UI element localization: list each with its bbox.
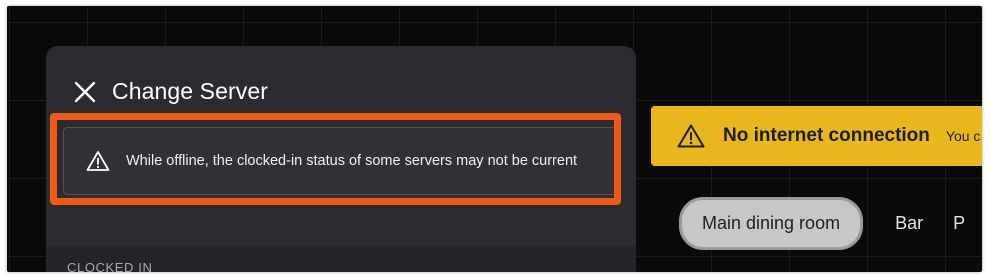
- panel-title: Change Server: [112, 78, 268, 104]
- app-frame: Change Server While offline, the clocked…: [7, 6, 982, 272]
- tab-bar[interactable]: Bar: [895, 213, 923, 234]
- section-label-clocked-in: CLOCKED IN: [67, 260, 153, 272]
- tab-p[interactable]: P: [953, 213, 965, 234]
- offline-banner: No internet connection You c: [651, 106, 982, 166]
- change-server-panel: Change Server While offline, the clocked…: [46, 46, 636, 272]
- warning-triangle-icon: [677, 124, 705, 148]
- panel-header: Change Server: [72, 78, 268, 105]
- warning-text: While offline, the clocked-in status of …: [126, 152, 578, 169]
- close-icon: [74, 81, 96, 102]
- room-tabs: Main dining room Bar P: [679, 197, 965, 250]
- banner-title: No internet connection: [723, 125, 930, 146]
- tab-main-dining-room[interactable]: Main dining room: [679, 197, 864, 250]
- offline-warning-notice: While offline, the clocked-in status of …: [63, 127, 618, 195]
- banner-subtitle: You c: [945, 128, 981, 144]
- close-button[interactable]: [72, 79, 98, 105]
- warning-triangle-icon: [86, 151, 110, 171]
